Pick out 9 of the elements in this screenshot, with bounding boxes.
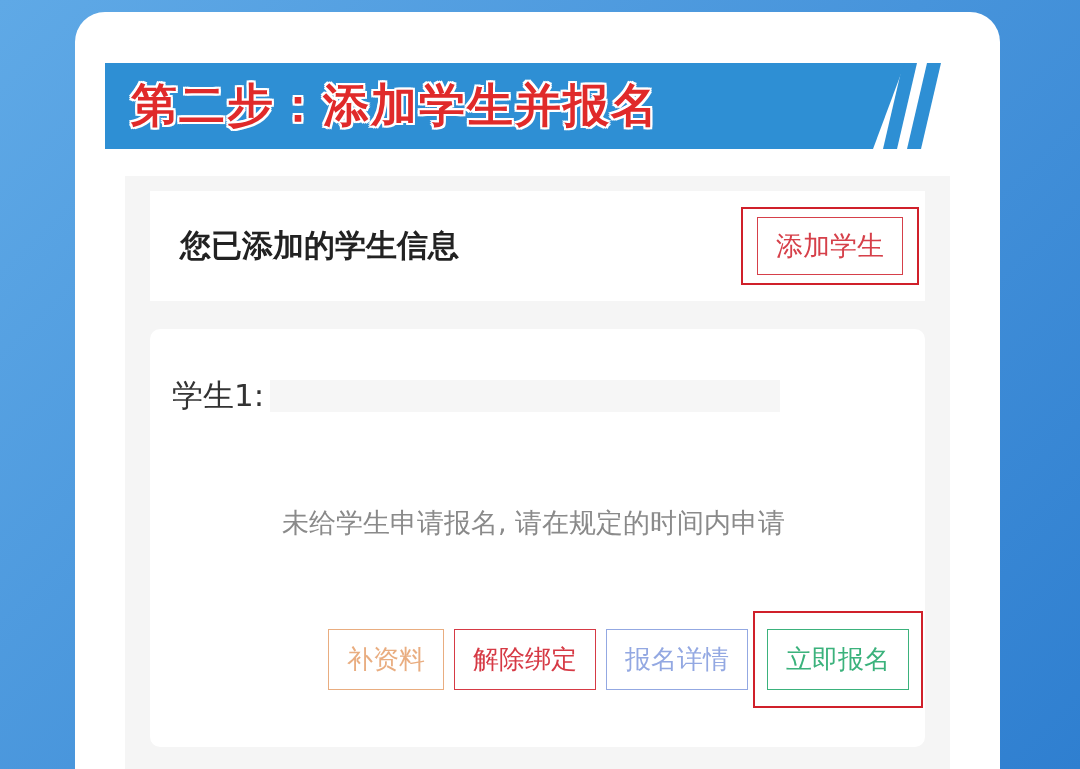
step-title: 第二步：添加学生并报名 (131, 77, 659, 134)
action-button[interactable]: 解除绑定 (454, 629, 596, 690)
add-student-button[interactable]: 添加学生 (757, 217, 903, 275)
action-button[interactable]: 补资料 (328, 629, 444, 690)
action-button[interactable]: 立即报名 (767, 629, 909, 690)
action-button[interactable]: 报名详情 (606, 629, 748, 690)
status-message: 未给学生申请报名, 请在规定的时间内申请 (281, 506, 786, 540)
section-title: 您已添加的学生信息 (180, 226, 459, 265)
student-label: 学生1: (172, 376, 265, 415)
